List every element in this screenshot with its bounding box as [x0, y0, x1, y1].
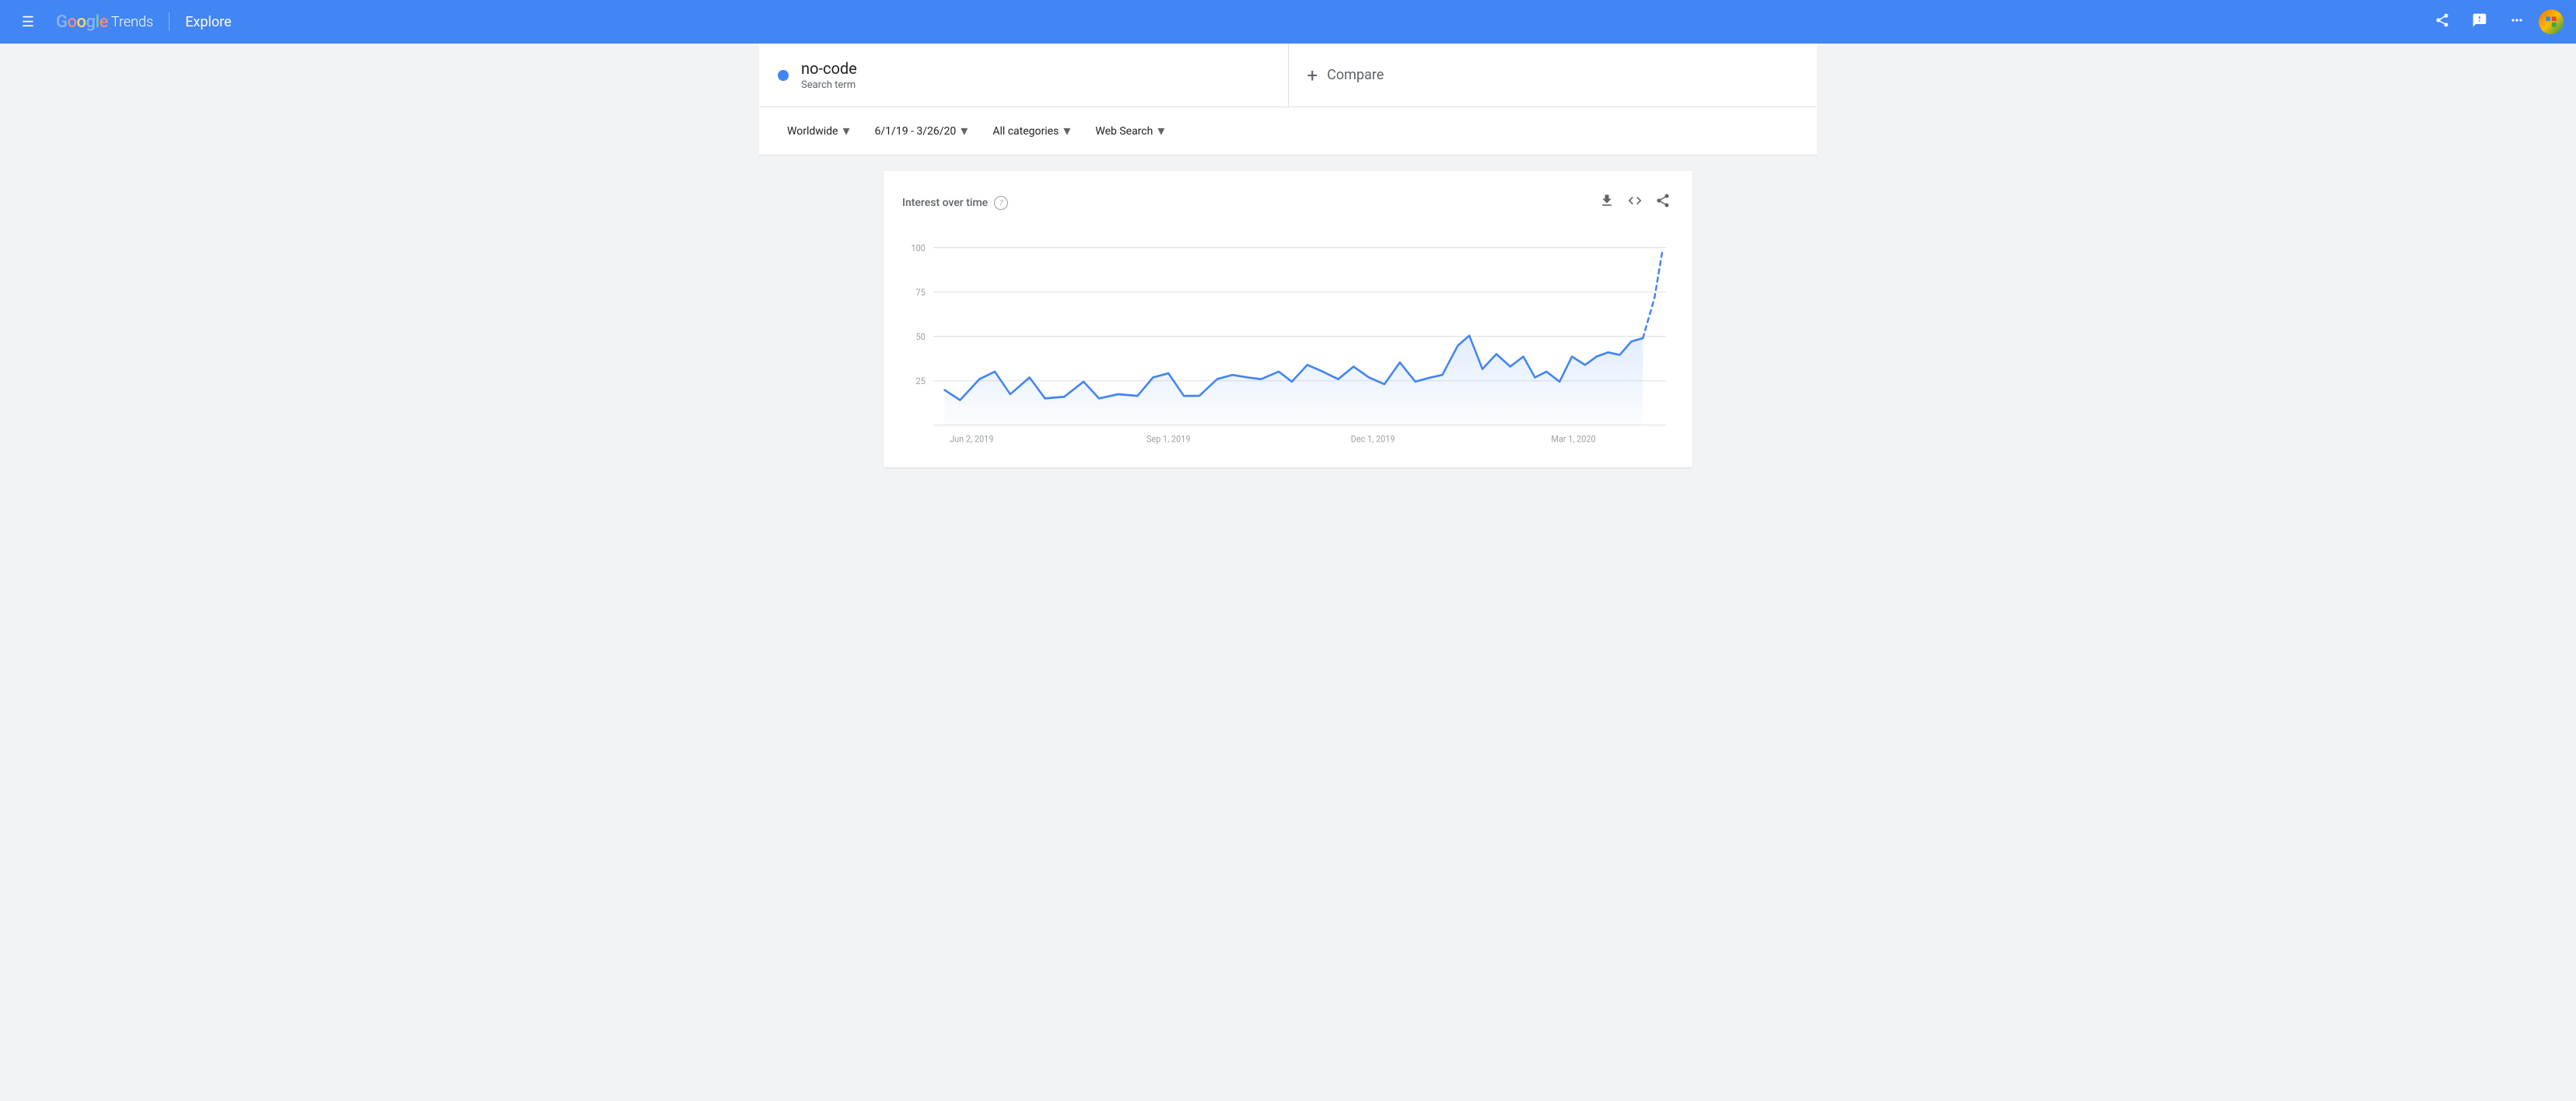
svg-text:25: 25 [915, 376, 925, 387]
chart-share-icon [1655, 193, 1671, 212]
share-icon [2434, 12, 2450, 32]
region-filter[interactable]: Worldwide ▾ [778, 117, 859, 145]
chart-actions [1596, 190, 1674, 215]
svg-text:Mar 1, 2020: Mar 1, 2020 [1551, 433, 1595, 445]
region-chevron-icon: ▾ [842, 123, 849, 139]
search-type-chevron-icon: ▾ [1157, 123, 1164, 139]
search-term-name: no-code [801, 59, 857, 78]
compare-box[interactable]: + Compare [1289, 44, 1818, 107]
page-wrapper: no-code Search term + Compare Worldwide … [0, 44, 2576, 1101]
date-filter[interactable]: 6/1/19 - 3/26/20 ▾ [866, 117, 978, 145]
date-label: 6/1/19 - 3/26/20 [875, 125, 957, 138]
search-row: no-code Search term + Compare [759, 44, 1817, 107]
svg-text:Dec 1, 2019: Dec 1, 2019 [1351, 433, 1395, 445]
feedback-icon [2472, 12, 2487, 32]
svg-text:Sep 1, 2019: Sep 1, 2019 [1146, 433, 1191, 445]
chart-share-button[interactable] [1652, 190, 1674, 215]
search-type-label: Web Search [1095, 125, 1153, 138]
search-term-type: Search term [801, 79, 857, 91]
help-icon[interactable]: ? [994, 196, 1008, 210]
embed-button[interactable] [1624, 190, 1646, 215]
explore-label: Explore [185, 14, 231, 30]
download-icon [1599, 193, 1615, 212]
chart-svg: 100 75 50 25 Jun 2, 2019 Sep 1, 2019 Dec… [902, 231, 1674, 449]
compare-label: Compare [1327, 67, 1384, 83]
svg-text:50: 50 [915, 331, 925, 343]
hamburger-icon: ☰ [22, 14, 34, 30]
header-divider [169, 12, 170, 31]
logo: Google Trends [56, 12, 153, 32]
search-term-info: no-code Search term [801, 59, 857, 91]
menu-button[interactable]: ☰ [12, 6, 44, 37]
main-content: no-code Search term + Compare Worldwide … [0, 44, 2576, 467]
chart-container: 100 75 50 25 Jun 2, 2019 Sep 1, 2019 Dec… [902, 231, 1674, 449]
google-wordmark: Google [56, 12, 108, 32]
chart-title: Interest over time [902, 197, 988, 209]
search-term-box[interactable]: no-code Search term [759, 44, 1289, 107]
trends-wordmark: Trends [111, 14, 153, 30]
chart-title-row: Interest over time ? [902, 196, 1008, 210]
category-label: All categories [992, 125, 1059, 138]
share-button[interactable] [2427, 6, 2458, 37]
svg-text:100: 100 [911, 242, 925, 253]
chart-header: Interest over time ? [902, 190, 1674, 215]
avatar[interactable] [2539, 9, 2564, 34]
svg-text:75: 75 [915, 286, 925, 298]
compare-plus-icon: + [1307, 65, 1318, 86]
category-chevron-icon: ▾ [1063, 123, 1070, 139]
chart-section: Interest over time ? [884, 171, 1692, 467]
search-type-filter[interactable]: Web Search ▾ [1086, 117, 1174, 145]
region-label: Worldwide [787, 125, 838, 138]
avatar-image [2539, 9, 2564, 34]
apps-icon [2509, 12, 2525, 32]
embed-icon [1627, 193, 1643, 212]
search-term-dot [778, 70, 789, 81]
app-header: ☰ Google Trends Explore [0, 0, 2576, 44]
header-actions [2427, 6, 2564, 37]
category-filter[interactable]: All categories ▾ [983, 117, 1080, 145]
apps-button[interactable] [2501, 6, 2532, 37]
download-button[interactable] [1596, 190, 1618, 215]
date-chevron-icon: ▾ [961, 123, 968, 139]
svg-text:Jun 2, 2019: Jun 2, 2019 [950, 433, 993, 445]
feedback-button[interactable] [2464, 6, 2495, 37]
filter-row: Worldwide ▾ 6/1/19 - 3/26/20 ▾ All categ… [759, 107, 1817, 156]
